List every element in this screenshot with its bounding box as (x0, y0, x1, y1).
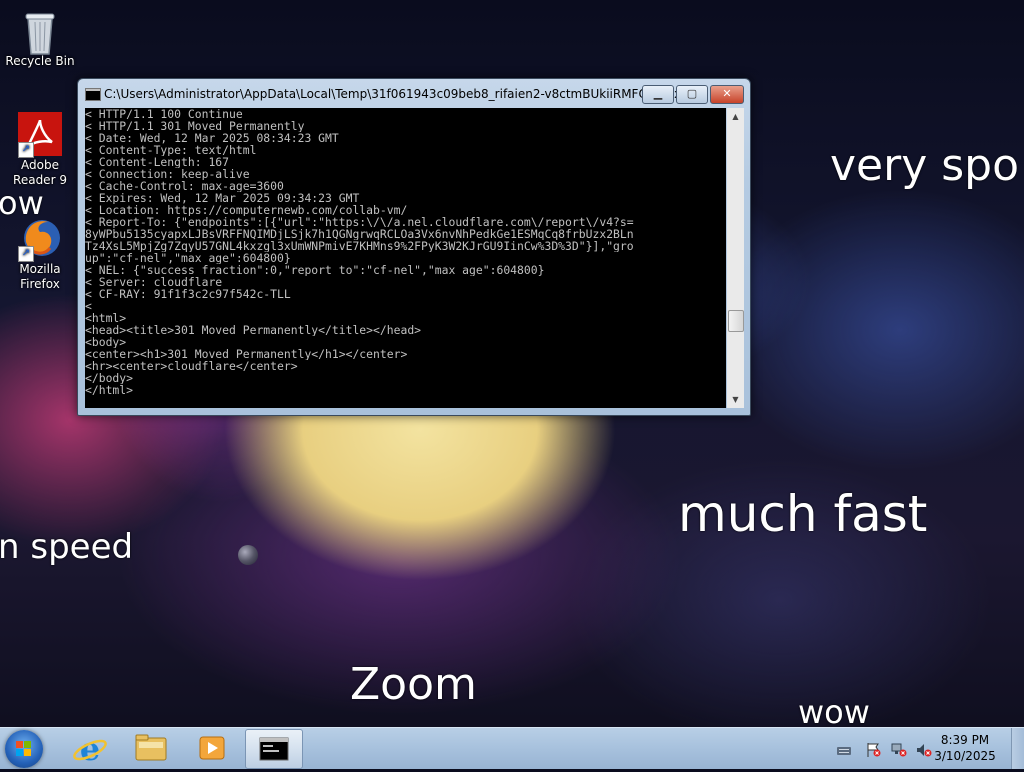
meme-text-n-speed: n speed (0, 527, 134, 567)
console-line: _ (85, 396, 92, 408)
meme-text-wow: wow (798, 693, 870, 731)
console-line: < Connection: keep-alive (85, 168, 250, 180)
console-line: < Content-Length: 167 (85, 156, 230, 168)
console-line: <html> (85, 312, 127, 324)
console-line: < (85, 300, 92, 312)
desktop-icon-firefox[interactable]: ↗ Mozilla Firefox (0, 216, 80, 292)
recycle-bin-icon (18, 8, 62, 55)
desktop-icon-label: Recycle Bin (5, 54, 75, 68)
meme-text-very-spo: very spo (830, 140, 1019, 191)
internet-explorer-icon: e (73, 730, 107, 768)
clock-date: 3/10/2025 (934, 749, 996, 763)
console-line: </html> (85, 384, 134, 396)
console-output[interactable]: < HTTP/1.1 100 Continue < HTTP/1.1 301 Mo… (85, 108, 726, 408)
taskbar-file-explorer[interactable] (123, 729, 179, 767)
console-line: </body> (85, 372, 134, 384)
desktop-icon-label: Adobe Reader 9 (13, 158, 67, 187)
console-line: < Report-To: {"endpoints":[{"url":"https… (85, 216, 634, 228)
shortcut-arrow-icon: ↗ (18, 142, 34, 158)
file-explorer-icon (135, 734, 167, 761)
console-line: <body> (85, 336, 127, 348)
start-button[interactable] (5, 730, 43, 768)
windows-logo-icon (16, 741, 32, 757)
console-line: < Expires: Wed, 12 Mar 2025 09:34:23 GMT (85, 192, 360, 204)
svg-text:e: e (80, 730, 100, 767)
adobe-reader-icon: ↗ (18, 112, 62, 158)
media-player-icon (199, 736, 225, 760)
meme-text-zoom: Zoom (350, 659, 477, 710)
maximize-button[interactable]: ▢ (676, 85, 708, 104)
meme-text-much-fast: much fast (678, 485, 928, 543)
system-clock[interactable]: 8:39 PM 3/10/2025 (930, 732, 1000, 764)
console-line: < NEL: {"success_fraction":0,"report_to"… (85, 264, 545, 276)
action-center-flag-icon[interactable] (866, 742, 881, 757)
volume-muted-icon[interactable] (916, 742, 932, 757)
minimize-button[interactable]: ▁ (642, 85, 674, 104)
taskbar-console-window[interactable] (245, 729, 303, 769)
scrollbar-thumb[interactable] (728, 310, 744, 332)
console-line: up":"cf-nel","max_age":604800} (85, 252, 291, 264)
console-window-icon (259, 737, 289, 761)
console-line: < HTTP/1.1 301 Moved Permanently (85, 120, 305, 132)
console-line: Tz4XsL5MpjZg7ZqyU57GNL4kxzgl3xUmWNPmivE7… (85, 240, 634, 252)
taskbar-media-player[interactable] (184, 729, 240, 767)
close-button[interactable]: ✕ (710, 85, 744, 104)
shortcut-arrow-icon: ↗ (18, 246, 34, 262)
console-line: < Cache-Control: max-age=3600 (85, 180, 284, 192)
taskbar-internet-explorer[interactable]: e (62, 729, 118, 768)
desktop-icon-recycle-bin[interactable]: Recycle Bin (0, 8, 80, 69)
console-line: < CF-RAY: 91f1f3c2c97f542c-TLL (85, 288, 291, 300)
desktop-icon-label: Mozilla Firefox (19, 262, 61, 291)
console-line: <head><title>301 Moved Permanently</titl… (85, 324, 422, 336)
console-line: < HTTP/1.1 100 Continue (85, 108, 243, 120)
vertical-scrollbar[interactable]: ▲ ▼ (727, 108, 744, 408)
planet-decoration (238, 545, 258, 565)
console-window[interactable]: C:\Users\Administrator\AppData\Local\Tem… (77, 78, 751, 416)
clock-time: 8:39 PM (940, 733, 990, 747)
console-line: < Date: Wed, 12 Mar 2025 08:34:23 GMT (85, 132, 339, 144)
console-line: <hr><center>cloudflare</center> (85, 360, 298, 372)
network-icon[interactable] (891, 742, 907, 757)
window-titlebar[interactable]: C:\Users\Administrator\AppData\Local\Tem… (78, 79, 750, 107)
scroll-up-arrow-icon[interactable]: ▲ (727, 108, 744, 125)
keyboard-icon[interactable] (837, 742, 851, 755)
console-line: < Server: cloudflare (85, 276, 223, 288)
window-title: C:\Users\Administrator\AppData\Local\Tem… (104, 87, 689, 101)
show-desktop-button[interactable] (1011, 728, 1024, 769)
scroll-down-arrow-icon[interactable]: ▼ (727, 391, 744, 408)
console-line: < Location: https://computernewb.com/col… (85, 204, 408, 216)
console-line: < Content-Type: text/html (85, 144, 257, 156)
console-line: <center><h1>301 Moved Permanently</h1></… (85, 348, 408, 360)
firefox-icon: ↗ (18, 216, 62, 262)
desktop-icon-adobe-reader[interactable]: ↗ Adobe Reader 9 (0, 112, 80, 188)
taskbar: e 8:39 PM 3/10/2025 (0, 727, 1024, 769)
console-window-icon (85, 88, 101, 101)
console-line: 8yWPbu5135cyapxLJBsVRFFNQIMDjLSjk7h1QGNg… (85, 228, 634, 240)
